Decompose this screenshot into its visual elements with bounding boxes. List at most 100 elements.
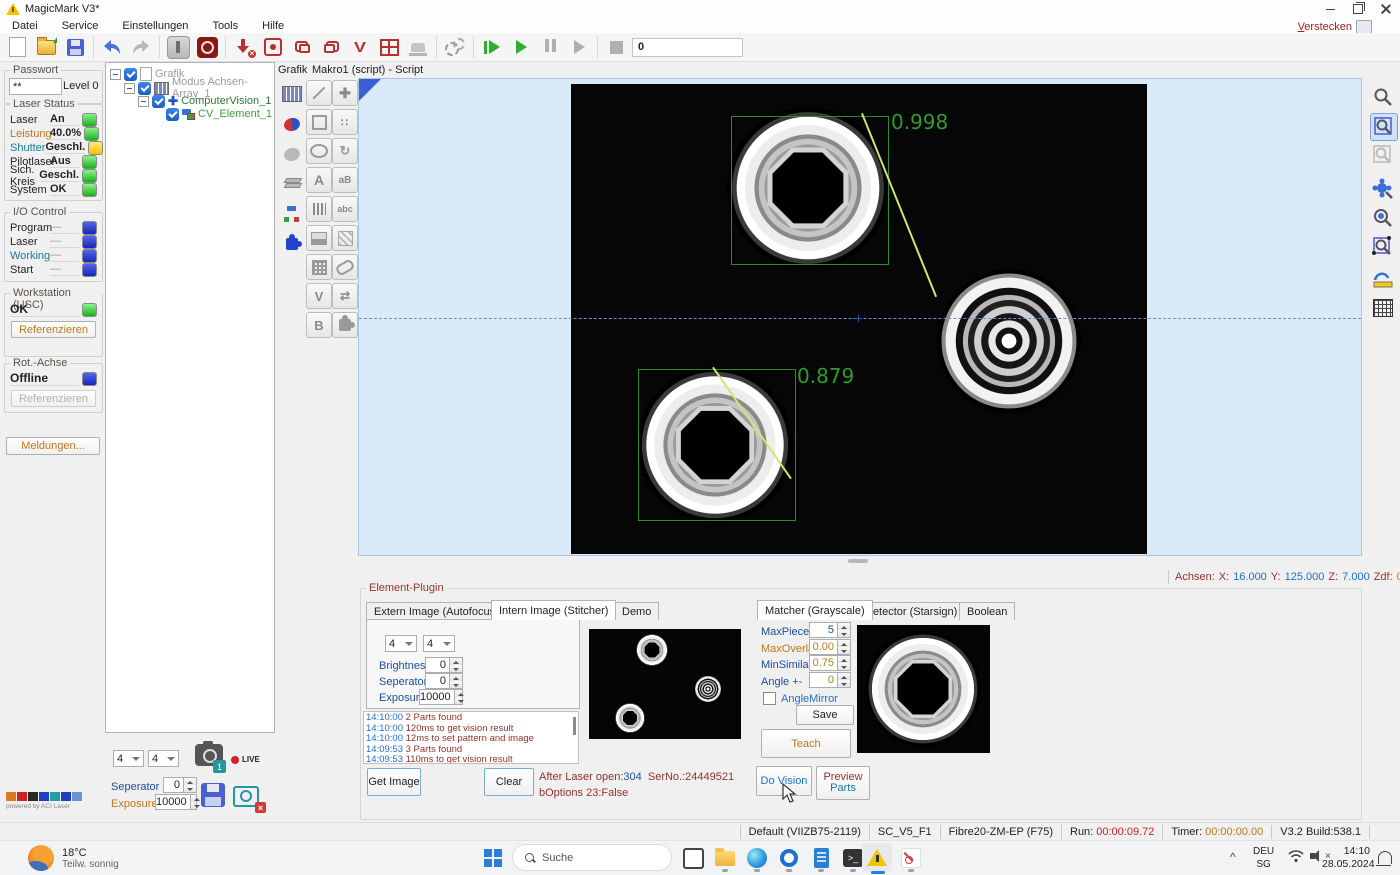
- collapse-icon[interactable]: [124, 83, 135, 94]
- mark-check-button[interactable]: V: [347, 35, 373, 59]
- preview-parts-button[interactable]: Preview Parts: [816, 766, 870, 800]
- search-box[interactable]: Suche: [512, 844, 672, 871]
- image-tool-button[interactable]: [306, 225, 332, 251]
- stitch-x-dropdown[interactable]: 4: [385, 635, 417, 652]
- mark-grid-button[interactable]: [376, 35, 402, 59]
- angle-mirror-checkbox[interactable]: [763, 692, 776, 705]
- spin-up-icon[interactable]: [838, 656, 850, 663]
- text-variable-tool-button[interactable]: aB: [332, 167, 358, 193]
- run-button[interactable]: [508, 35, 534, 59]
- undo-button[interactable]: [99, 35, 125, 59]
- pause-button[interactable]: [537, 35, 563, 59]
- messages-button[interactable]: Meldungen...: [6, 437, 100, 455]
- rotate-tool-button[interactable]: ↻: [332, 138, 358, 164]
- weather-widget[interactable]: 18°C Teilw. sonnig: [28, 845, 119, 871]
- log-scrollbar[interactable]: [573, 717, 576, 735]
- menu-datei[interactable]: Datei: [0, 18, 50, 33]
- zoom-page-button[interactable]: [1370, 142, 1396, 168]
- tab-extern-image[interactable]: Extern Image (Autofocus): [366, 602, 507, 620]
- graphics-canvas[interactable]: 0.998 0.879: [358, 78, 1362, 556]
- exposure-spinner[interactable]: 10000: [419, 689, 463, 705]
- zoom-tool-button[interactable]: [1370, 84, 1396, 110]
- spin-down-icon[interactable]: [838, 630, 850, 637]
- grid-y-dropdown[interactable]: 4: [148, 750, 179, 767]
- minimize-button[interactable]: [1316, 1, 1344, 18]
- teach-button[interactable]: Teach: [761, 729, 851, 758]
- mark-point-button[interactable]: [260, 35, 286, 59]
- tab-detector[interactable]: Detector (Starsign): [857, 602, 965, 620]
- step-run-button[interactable]: [479, 35, 505, 59]
- save-pattern-button[interactable]: Save: [796, 705, 854, 725]
- collapse-icon[interactable]: [110, 69, 121, 80]
- ellipse-tool-button[interactable]: [306, 138, 332, 164]
- grid-x-dropdown[interactable]: 4: [113, 750, 144, 767]
- tree-item-cv-element[interactable]: CV_Element_1: [166, 107, 272, 121]
- snipping-tool-button[interactable]: [899, 846, 923, 870]
- wifi-indicator[interactable]: [1288, 850, 1304, 866]
- redo-button[interactable]: [128, 35, 154, 59]
- menu-hilfe[interactable]: Hilfe: [250, 18, 296, 33]
- camera-seperator-spinner[interactable]: 0: [163, 777, 197, 793]
- plugin-tool-button[interactable]: [280, 232, 304, 256]
- zoom-region-button[interactable]: [1370, 234, 1396, 260]
- tab-matcher[interactable]: Matcher (Grayscale): [757, 600, 873, 620]
- plugin-element-button[interactable]: [332, 312, 358, 338]
- spin-down-icon[interactable]: [455, 697, 462, 704]
- camera-exposure-spinner[interactable]: 10000: [155, 794, 197, 810]
- tab-demo[interactable]: Demo: [614, 602, 659, 620]
- flowchart-tool-button[interactable]: [280, 202, 304, 226]
- spin-up-icon[interactable]: [450, 658, 462, 665]
- vector-tool-button[interactable]: V: [306, 283, 332, 309]
- layers-tool-button[interactable]: [280, 172, 304, 196]
- spin-down-icon[interactable]: [450, 665, 462, 672]
- notifications-button[interactable]: [1378, 851, 1392, 864]
- maxpiece-spinner[interactable]: 5: [809, 622, 851, 638]
- maxoverlap-spinner[interactable]: 0.00: [809, 639, 851, 655]
- clear-button[interactable]: Clear: [484, 768, 534, 796]
- splitter-handle[interactable]: [848, 559, 868, 563]
- skip-button[interactable]: [566, 35, 592, 59]
- clock[interactable]: 14:10 28.05.2024: [1322, 845, 1370, 871]
- spin-up-icon[interactable]: [838, 623, 850, 630]
- bold-tool-button[interactable]: B: [306, 312, 332, 338]
- spin-down-icon[interactable]: [450, 681, 462, 688]
- spin-down-icon[interactable]: [184, 785, 196, 792]
- qr-tool-button[interactable]: [306, 254, 332, 280]
- discard-image-button[interactable]: ×: [233, 786, 259, 807]
- new-file-button[interactable]: [4, 35, 30, 59]
- swap-tool-button[interactable]: ⇄: [332, 283, 358, 309]
- stop-button[interactable]: [603, 35, 629, 59]
- laser-standby-button[interactable]: [165, 35, 191, 59]
- spin-down-icon[interactable]: [838, 647, 850, 654]
- hatch-tool-button[interactable]: [332, 225, 358, 251]
- checkbox-checked-icon[interactable]: [124, 68, 137, 81]
- contour-a-button[interactable]: [289, 35, 315, 59]
- settings-button[interactable]: [442, 35, 468, 59]
- tray-chevron[interactable]: ^: [1230, 850, 1236, 864]
- laser-record-button[interactable]: [194, 35, 220, 59]
- move-tool-button[interactable]: ✚: [332, 80, 358, 106]
- vision-log[interactable]: 14:10:00 2 Parts found 14:10:00 120ms to…: [363, 711, 579, 764]
- menu-tools[interactable]: Tools: [200, 18, 250, 33]
- measure-tool-button[interactable]: [1370, 268, 1396, 294]
- angle-spinner[interactable]: 0: [809, 672, 851, 688]
- language-indicator[interactable]: DEU SG: [1253, 845, 1274, 871]
- file-explorer-button[interactable]: [713, 846, 737, 870]
- tab-boolean[interactable]: Boolean: [959, 602, 1015, 620]
- spin-down-icon[interactable]: [838, 663, 850, 670]
- zoom-objects-button[interactable]: [1370, 176, 1396, 202]
- line-tool-button[interactable]: [306, 80, 332, 106]
- spin-up-icon[interactable]: [455, 690, 462, 697]
- onedrive-button[interactable]: [777, 846, 801, 870]
- array-tool-button[interactable]: [280, 82, 304, 106]
- spin-up-icon[interactable]: [191, 795, 196, 802]
- rot-reference-button[interactable]: Referenzieren: [11, 390, 96, 407]
- checkbox-checked-icon[interactable]: [138, 82, 151, 95]
- restore-button[interactable]: [1344, 1, 1372, 18]
- spin-up-icon[interactable]: [838, 640, 850, 647]
- tab-intern-image[interactable]: Intern Image (Stitcher): [491, 600, 616, 620]
- minsimilar-spinner[interactable]: 0.75: [809, 655, 851, 671]
- document-app-button[interactable]: [809, 846, 833, 870]
- save-image-button[interactable]: [201, 783, 225, 807]
- spin-up-icon[interactable]: [450, 674, 462, 681]
